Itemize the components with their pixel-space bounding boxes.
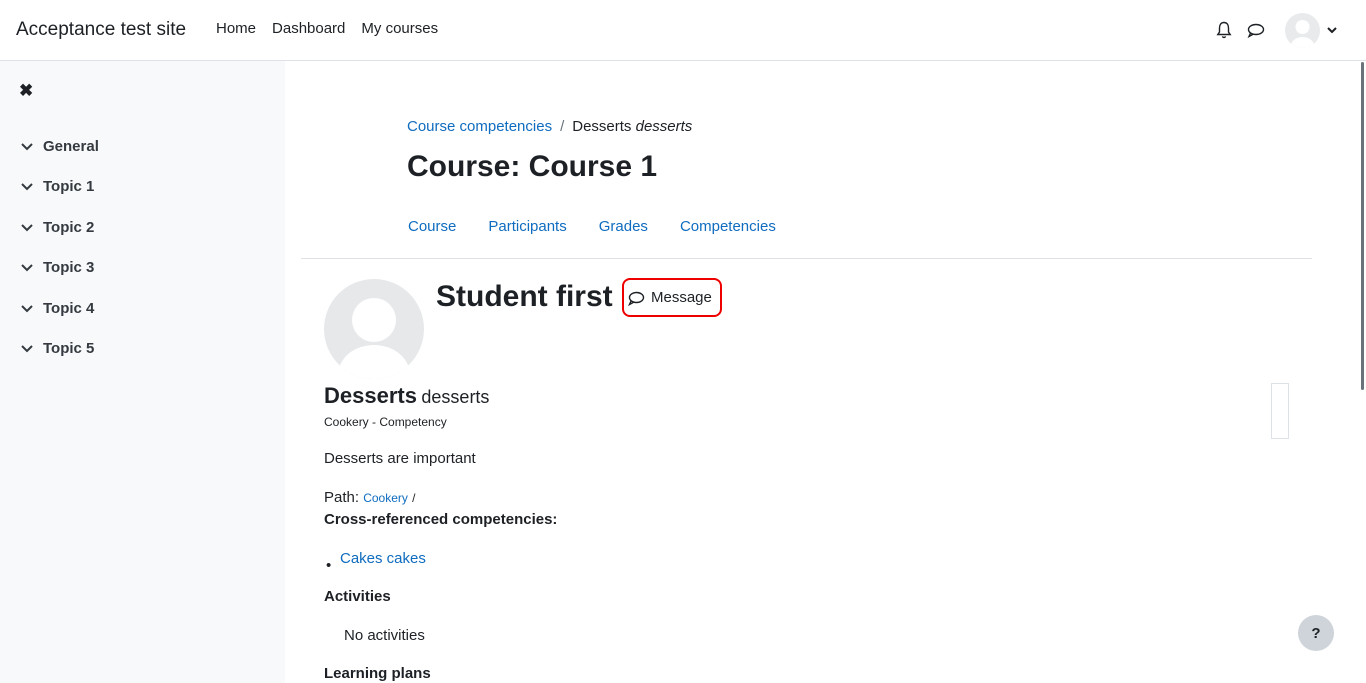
breadcrumb-separator: / (560, 118, 565, 135)
drawer-item-topic-3[interactable]: Topic 3 (20, 255, 94, 279)
drawer-item-general[interactable]: General (20, 134, 99, 158)
drawer-item-label: Topic 4 (43, 299, 95, 317)
drawer-item-topic-2[interactable]: Topic 2 (20, 215, 94, 239)
competency-heading: Desserts desserts (324, 383, 489, 409)
chevron-down-icon (21, 224, 33, 232)
chevron-down-icon[interactable] (1326, 24, 1338, 36)
competency-description: Desserts are important (324, 450, 476, 467)
activities-heading: Activities (324, 588, 391, 605)
drawer-item-label: Topic 5 (43, 339, 95, 357)
tab-competencies[interactable]: Competencies (664, 218, 792, 235)
breadcrumb: Course competencies / Desserts desserts (407, 118, 692, 135)
path-separator: / (412, 491, 416, 505)
bell-icon[interactable] (1214, 20, 1234, 40)
message-button-label: Message (651, 289, 712, 306)
page-scrollbar[interactable] (1361, 62, 1364, 390)
drawer-item-topic-5[interactable]: Topic 5 (20, 336, 94, 360)
course-tabs: Course Participants Grades Competencies (392, 218, 792, 235)
tab-course[interactable]: Course (392, 218, 472, 235)
chat-icon (628, 291, 645, 306)
page-title: Course: Course 1 (407, 150, 658, 183)
competency-path: Path: Cookery / (324, 489, 415, 506)
drawer-item-topic-1[interactable]: Topic 1 (20, 174, 94, 198)
list-bullet: • (326, 557, 332, 574)
help-button[interactable]: ? (1298, 615, 1334, 651)
close-icon[interactable]: ✖ (19, 81, 33, 101)
drawer-item-topic-4[interactable]: Topic 4 (20, 296, 94, 320)
chevron-down-icon (21, 264, 33, 272)
learning-plans-heading: Learning plans (324, 665, 431, 682)
tabs-divider (301, 258, 1312, 259)
breadcrumb-current: Desserts desserts (572, 118, 692, 135)
drawer-item-label: Topic 1 (43, 177, 95, 195)
breadcrumb-course-competencies[interactable]: Course competencies (407, 118, 552, 135)
avatar (324, 279, 424, 379)
nav-dashboard[interactable]: Dashboard (264, 20, 353, 37)
chevron-down-icon (21, 345, 33, 353)
chevron-down-icon (21, 143, 33, 151)
drawer-item-label: Topic 2 (43, 218, 95, 236)
tab-grades[interactable]: Grades (583, 218, 664, 235)
top-navbar: Acceptance test site Home Dashboard My c… (0, 0, 1366, 61)
user-name: Student first (436, 280, 613, 313)
user-menu-avatar[interactable] (1285, 13, 1320, 48)
primary-nav: Home Dashboard My courses (208, 20, 446, 37)
nav-home[interactable]: Home (208, 20, 264, 37)
cross-ref-link-cakes[interactable]: Cakes cakes (340, 550, 426, 567)
cross-ref-heading: Cross-referenced competencies: (324, 511, 558, 528)
nav-my-courses[interactable]: My courses (353, 20, 446, 37)
breadcrumb-current-idnumber: desserts (635, 118, 693, 135)
competency-name: Desserts (324, 383, 417, 408)
message-button[interactable]: Message (622, 278, 722, 317)
path-label: Path: (324, 489, 360, 506)
chat-icon[interactable] (1246, 20, 1266, 40)
drawer-item-label: Topic 3 (43, 258, 95, 276)
course-index-drawer: ✖ General Topic 1 Topic 2 Topic 3 Topic … (0, 61, 285, 683)
competency-idnumber: desserts (421, 387, 490, 407)
tab-participants[interactable]: Participants (472, 218, 582, 235)
competency-framework: Cookery - Competency (324, 415, 447, 429)
path-link-cookery[interactable]: Cookery (363, 491, 408, 505)
drawer-item-label: General (43, 137, 99, 155)
activities-empty: No activities (344, 627, 425, 644)
breadcrumb-current-name: Desserts (572, 118, 632, 135)
site-name[interactable]: Acceptance test site (16, 19, 186, 41)
chevron-down-icon (21, 183, 33, 191)
navigation-box[interactable] (1271, 383, 1289, 439)
chevron-down-icon (21, 305, 33, 313)
